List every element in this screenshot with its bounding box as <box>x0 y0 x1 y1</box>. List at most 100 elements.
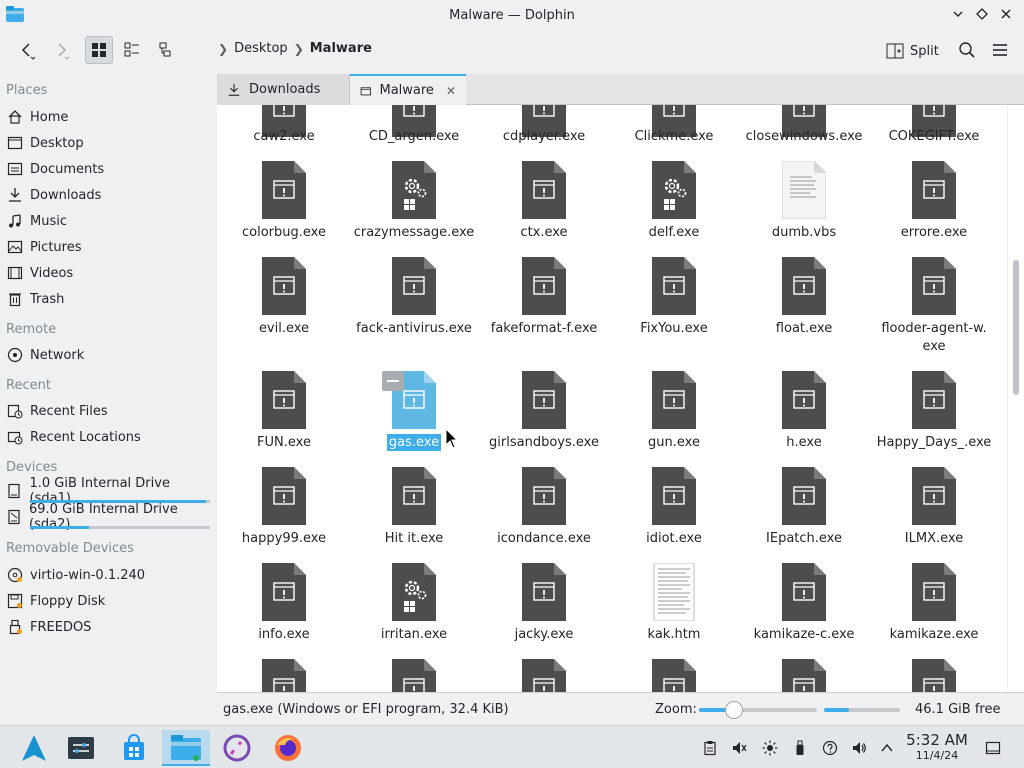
executable-icon <box>262 563 306 621</box>
sidebar-item-home[interactable]: Home <box>6 105 210 129</box>
file-name: info.exe <box>219 626 349 644</box>
zoom-slider[interactable] <box>699 701 817 719</box>
taskbar-krita[interactable] <box>219 730 255 766</box>
tab-label: Malware <box>379 83 434 98</box>
search-button[interactable] <box>953 36 981 64</box>
minimize-button[interactable] <box>950 5 966 23</box>
close-window-button[interactable] <box>998 5 1014 23</box>
sidebar-item-recent-files[interactable]: Recent Files <box>6 399 210 423</box>
chevron-right-icon: ❯ <box>293 41 304 56</box>
compact-view-button[interactable] <box>118 36 146 64</box>
file-name-text: evil.exe <box>258 321 310 336</box>
sidebar-item-virtio[interactable]: virtio-win-0.1.240 <box>6 563 210 587</box>
file-name: cdplayer.exe <box>479 128 609 146</box>
zoom-label: Zoom: <box>655 701 697 717</box>
tab-downloads[interactable]: Downloads <box>217 74 350 105</box>
taskbar-firefox[interactable] <box>270 730 306 766</box>
settings-icon <box>68 737 94 759</box>
tray-brightness[interactable] <box>760 738 780 758</box>
file-name-text: ctx.exe <box>520 225 568 240</box>
tray-mute[interactable] <box>729 738 749 758</box>
remote-header: Remote <box>6 322 57 337</box>
file-name-text: colorbug.exe <box>242 225 326 240</box>
executable-icon <box>652 659 696 692</box>
clipboard-icon <box>704 741 716 756</box>
show-desktop-button[interactable] <box>983 738 1003 758</box>
trash-icon <box>6 291 23 308</box>
split-button[interactable]: Split <box>886 38 939 64</box>
executable-icon <box>262 257 306 315</box>
back-arrow-icon <box>21 43 36 60</box>
file-name: errore.exe <box>869 224 999 242</box>
close-icon <box>1001 9 1011 19</box>
split-label: Split <box>910 43 939 59</box>
file-name-text: jacky.exe <box>514 627 574 642</box>
application-launcher[interactable] <box>16 730 52 766</box>
sidebar-item-network[interactable]: Network <box>6 343 210 367</box>
firefox-icon <box>275 735 301 761</box>
tray-help[interactable] <box>820 738 840 758</box>
usb-drive-icon <box>6 619 23 636</box>
vertical-scrollbar[interactable] <box>1008 105 1024 692</box>
breadcrumb-item-desktop[interactable]: Desktop <box>234 41 288 56</box>
executable-icon <box>262 371 306 429</box>
title-bar[interactable]: Malware — Dolphin <box>0 0 1024 30</box>
clock[interactable]: 5:32 AM 11/4/24 <box>900 731 974 763</box>
selection-toggle-icon[interactable] <box>382 371 404 391</box>
taskbar-discover[interactable] <box>116 730 152 766</box>
details-view-button[interactable] <box>153 36 181 64</box>
file-name: happy99.exe <box>219 530 349 548</box>
help-icon <box>822 740 838 756</box>
executable-icon <box>262 659 306 692</box>
sidebar-item-videos[interactable]: Videos <box>6 261 210 285</box>
file-view[interactable]: caw2.exe CD_argen.exe cdplayer.exe Click… <box>217 105 1007 692</box>
paint-app-icon <box>223 734 251 762</box>
sidebar-item-downloads[interactable]: Downloads <box>6 183 210 207</box>
chevron-up-icon <box>881 743 893 752</box>
scrollbar-thumb[interactable] <box>1013 260 1019 395</box>
file-name: flooder-agent-w. exe <box>869 320 999 356</box>
tray-removable-devices[interactable] <box>790 738 810 758</box>
close-tab-icon[interactable]: ✕ <box>446 84 456 98</box>
tray-volume[interactable] <box>849 738 869 758</box>
executable-icon <box>522 257 566 315</box>
disk-space-bar[interactable] <box>824 708 900 712</box>
brightness-icon <box>762 740 778 756</box>
taskbar-system-settings[interactable] <box>63 730 99 766</box>
sidebar-item-music[interactable]: Music <box>6 209 210 233</box>
sidebar-item-desktop[interactable]: Desktop <box>6 131 210 155</box>
sidebar-item-freedos[interactable]: FREEDOS <box>6 615 210 639</box>
file-name-text: COKEGIFT.exe <box>888 129 980 144</box>
breadcrumb-item-malware[interactable]: Malware <box>310 41 372 56</box>
chevron-right-icon: ❯ <box>218 41 229 56</box>
tray-clipboard[interactable] <box>700 738 720 758</box>
tab-malware[interactable]: Malware ✕ <box>350 74 466 105</box>
file-name: CD_argen.exe <box>349 128 479 146</box>
file-name: Happy_Days_.exe <box>869 434 999 452</box>
icons-view-button[interactable] <box>85 36 113 64</box>
sidebar-item-label: virtio-win-0.1.240 <box>30 567 146 583</box>
file-name: crazymessage.exe <box>349 224 479 242</box>
file-name-text: cdplayer.exe <box>502 129 586 144</box>
forward-button[interactable] <box>46 36 76 64</box>
sidebar-item-label: Pictures <box>30 239 82 255</box>
sidebar-item-recent-locations[interactable]: Recent Locations <box>6 425 210 449</box>
menu-button[interactable] <box>986 36 1014 64</box>
dolphin-window: Malware — Dolphin ❯ Desktop ❯ Malware Sp… <box>0 0 1024 725</box>
taskbar-dolphin[interactable] <box>162 730 210 766</box>
sidebar-item-floppy[interactable]: Floppy Disk <box>6 589 210 613</box>
file-name-text: kamikaze.exe <box>889 627 979 642</box>
executable-icon <box>262 161 306 219</box>
back-button[interactable] <box>10 36 44 64</box>
file-name: colorbug.exe <box>219 224 349 242</box>
sidebar-item-trash[interactable]: Trash <box>6 287 210 311</box>
floppy-icon <box>6 593 23 610</box>
sidebar-item-label: Videos <box>30 265 74 281</box>
tray-expand[interactable] <box>877 738 897 758</box>
maximize-button[interactable] <box>974 5 990 23</box>
zoom-slider-handle[interactable] <box>725 701 744 719</box>
sidebar-item-documents[interactable]: Documents <box>6 157 210 181</box>
executable-icon <box>912 161 956 219</box>
sidebar-item-pictures[interactable]: Pictures <box>6 235 210 259</box>
file-name-text: FUN.exe <box>257 435 311 450</box>
